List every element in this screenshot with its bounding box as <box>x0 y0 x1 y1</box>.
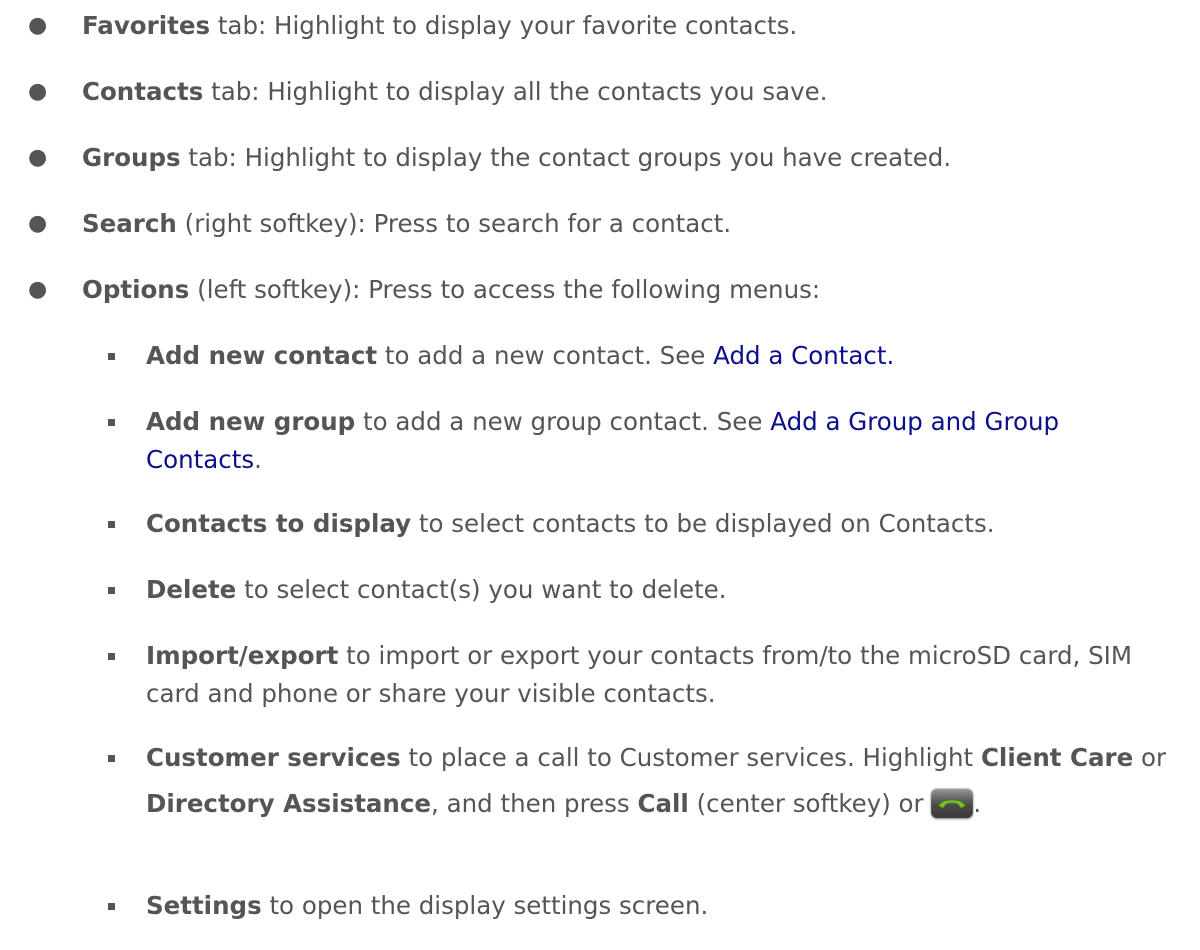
term: Import/export <box>146 641 339 670</box>
call-key-icon <box>931 788 974 818</box>
term: Contacts <box>82 77 204 106</box>
description: , and then press <box>431 789 638 818</box>
term: Add new group <box>146 407 356 436</box>
description: or <box>1133 743 1167 772</box>
description: tab: Highlight to display all the contac… <box>203 77 828 106</box>
bullet: ● <box>28 13 48 38</box>
description: to select contacts to be displayed on Co… <box>411 509 995 538</box>
description: tab: Highlight to display your favorite … <box>210 11 798 40</box>
bullet: ● <box>28 79 48 104</box>
bullet: ● <box>28 277 48 302</box>
add-contact-link[interactable]: Add a Contact. <box>713 341 894 370</box>
term: Contacts to display <box>146 509 412 538</box>
description: to place a call to Customer services. Hi… <box>400 743 981 772</box>
term: Groups <box>82 143 181 172</box>
term: Add new contact <box>146 341 378 370</box>
punctuation: . <box>254 445 262 474</box>
square-bullet <box>108 755 115 762</box>
bullet: ● <box>28 145 48 170</box>
square-bullet <box>108 903 115 910</box>
description: tab: Highlight to display the contact gr… <box>180 143 952 172</box>
square-bullet <box>108 521 115 528</box>
term: Favorites <box>82 11 211 40</box>
term: Search <box>82 209 177 238</box>
description: (right softkey): Press to search for a c… <box>176 209 732 238</box>
square-bullet <box>108 419 115 426</box>
term: Options <box>82 275 190 304</box>
call-label: Call <box>637 789 689 818</box>
description: (left softkey): Press to access the foll… <box>189 275 821 304</box>
square-bullet <box>108 653 115 660</box>
description: (center softkey) or <box>688 789 932 818</box>
directory-assistance-label: Directory Assistance <box>146 789 432 818</box>
punctuation: . <box>973 789 982 818</box>
client-care-label: Client Care <box>980 743 1134 772</box>
bullet: ● <box>28 211 48 236</box>
description: to add a new contact. See <box>377 341 714 370</box>
term: Customer services <box>146 743 401 772</box>
description: to open the display settings screen. <box>261 891 709 920</box>
document-page: ● Favorites tab: Highlight to display yo… <box>0 0 1200 950</box>
term: Delete <box>146 575 237 604</box>
square-bullet <box>108 587 115 594</box>
description: to add a new group contact. See <box>355 407 771 436</box>
term: Settings <box>146 891 262 920</box>
square-bullet <box>108 353 115 360</box>
description: to select contact(s) you want to delete. <box>236 575 727 604</box>
